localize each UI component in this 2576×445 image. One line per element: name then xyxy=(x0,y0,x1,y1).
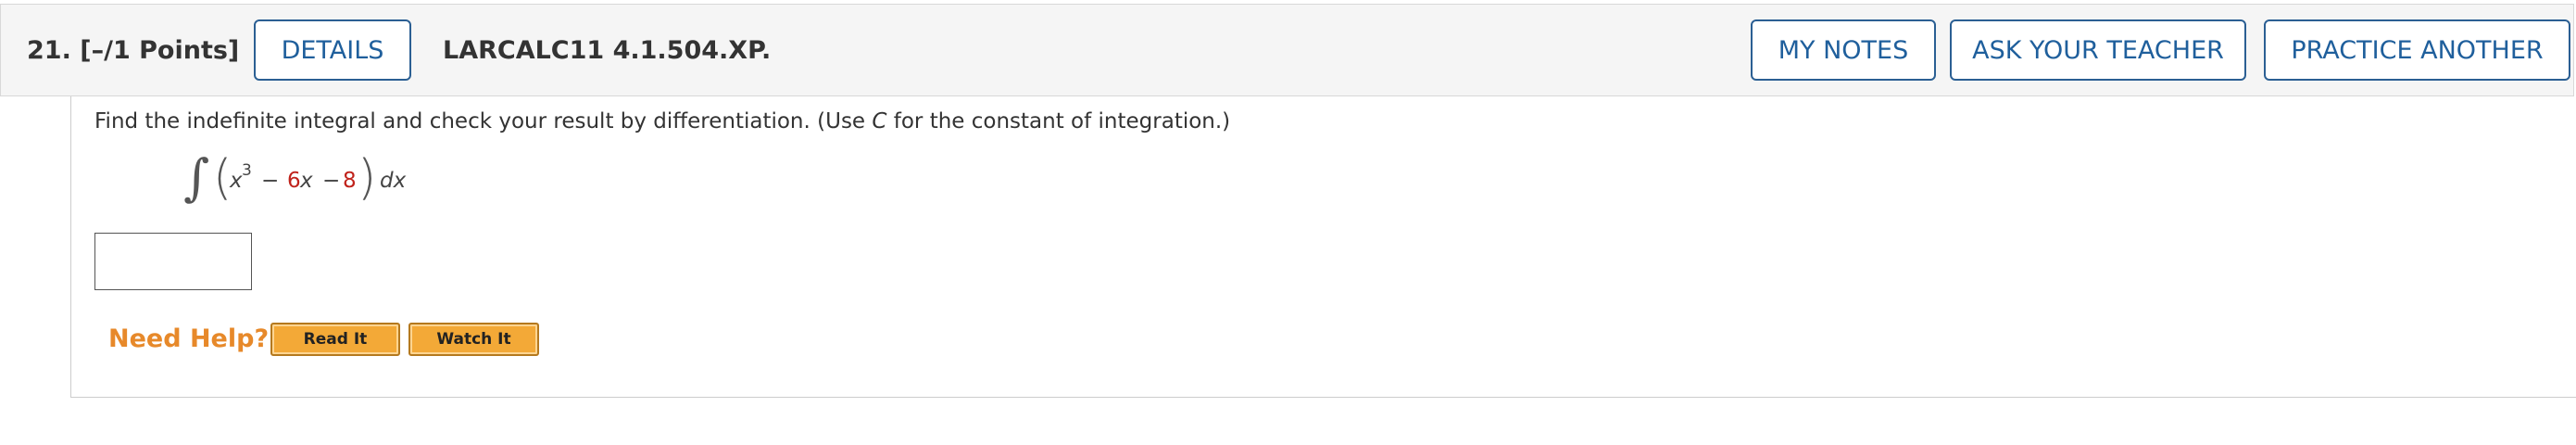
integral-sign: ∫ xyxy=(183,148,210,207)
course-code: LARCALC11 4.1.504.XP. xyxy=(443,36,772,65)
question-number-label: 21. [–/1 Points] xyxy=(27,36,239,65)
points-label: [–/1 Points] xyxy=(80,36,240,65)
practice-another-button[interactable]: PRACTICE ANOTHER xyxy=(2264,19,2570,81)
variable-x: x xyxy=(230,169,243,193)
instruction-text-start: Find the indefinite integral and check y… xyxy=(94,109,873,134)
watch-it-button[interactable]: Watch It xyxy=(408,323,539,356)
minus-sign: − xyxy=(261,169,280,193)
constant-variable: C xyxy=(872,109,887,134)
details-button[interactable]: DETAILS xyxy=(254,19,411,81)
need-help-label: Need Help? xyxy=(108,324,270,353)
question-instructions: Find the indefinite integral and check y… xyxy=(94,109,1230,134)
ask-your-teacher-button[interactable]: ASK YOUR TEACHER xyxy=(1950,19,2246,81)
question-page: 21. [–/1 Points] DETAILS LARCALC11 4.1.5… xyxy=(0,0,2576,445)
answer-input[interactable] xyxy=(94,233,252,290)
read-it-button[interactable]: Read It xyxy=(270,323,400,356)
question-number: 21. xyxy=(27,36,71,65)
differential: dx xyxy=(380,169,407,193)
close-paren: ) xyxy=(358,150,377,206)
question-header: 21. [–/1 Points] DETAILS LARCALC11 4.1.5… xyxy=(0,4,2574,96)
variable-x: x xyxy=(300,169,313,193)
minus-sign: − xyxy=(322,169,341,193)
integral-expression: ∫ ( x 3 − 6 x − 8 ) dx xyxy=(183,148,424,213)
exponent: 3 xyxy=(242,161,252,180)
instruction-text-end: for the constant of integration.) xyxy=(886,109,1231,134)
my-notes-button[interactable]: MY NOTES xyxy=(1751,19,1936,81)
coefficient: 6 xyxy=(287,169,301,193)
constant-term: 8 xyxy=(343,169,357,193)
